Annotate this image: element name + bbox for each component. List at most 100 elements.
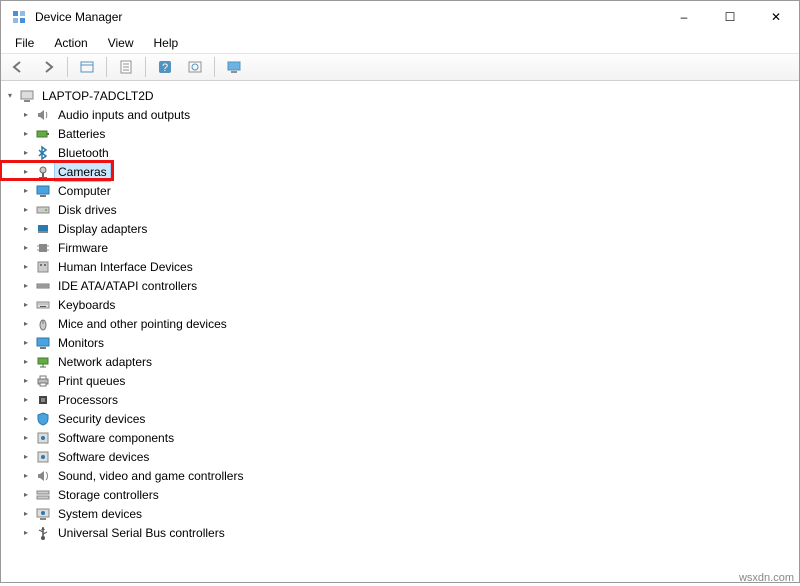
system-icon <box>35 506 51 522</box>
expand-toggle[interactable]: ▸ <box>19 450 33 464</box>
tree-node[interactable]: ▸ Batteries <box>1 124 799 143</box>
speaker-icon <box>35 107 51 123</box>
show-hidden-button[interactable] <box>73 55 101 79</box>
tree-node[interactable]: ▸System devices <box>1 504 799 523</box>
node-label: Batteries <box>55 125 108 143</box>
expand-toggle[interactable]: ▸ <box>19 488 33 502</box>
software-icon <box>35 449 51 465</box>
node-label: Display adapters <box>55 220 150 238</box>
node-label: Mice and other pointing devices <box>55 315 230 333</box>
expand-toggle[interactable]: ▸ <box>19 127 33 141</box>
tree-node[interactable]: ▸ Mice and other pointing devices <box>1 314 799 333</box>
titlebar[interactable]: Device Manager – ☐ ✕ <box>1 1 799 33</box>
tree-node[interactable]: ▸ Storage controllers <box>1 485 799 504</box>
expand-toggle[interactable]: ▸ <box>19 469 33 483</box>
tree-root[interactable]: ▾ LAPTOP-7ADCLT2D <box>1 86 799 105</box>
expand-toggle[interactable]: ▸ <box>19 279 33 293</box>
hid-icon <box>35 259 51 275</box>
tree-node[interactable]: ▸ Security devices <box>1 409 799 428</box>
tree-node[interactable]: ▸Cameras <box>1 162 799 181</box>
device-tree: ▾ LAPTOP-7ADCLT2D ▸ Audio inputs and outp… <box>1 82 799 546</box>
expand-toggle[interactable]: ▸ <box>19 260 33 274</box>
tree-node[interactable]: ▸ Processors <box>1 390 799 409</box>
scan-hardware-button[interactable] <box>181 55 209 79</box>
tree-node[interactable]: ▸ Bluetooth <box>1 143 799 162</box>
printer-icon <box>35 373 51 389</box>
tree-node[interactable]: ▸Print queues <box>1 371 799 390</box>
node-label: Bluetooth <box>55 144 112 162</box>
node-label: Universal Serial Bus controllers <box>55 524 228 542</box>
node-label: Firmware <box>55 239 111 257</box>
expand-toggle[interactable]: ▾ <box>3 89 17 103</box>
tree-node[interactable]: ▸IDE ATA/ATAPI controllers <box>1 276 799 295</box>
expand-toggle[interactable]: ▸ <box>19 108 33 122</box>
app-icon <box>11 9 27 25</box>
tree-node[interactable]: ▸ Audio inputs and outputs <box>1 105 799 124</box>
close-button[interactable]: ✕ <box>753 1 799 33</box>
expand-toggle[interactable]: ▸ <box>19 203 33 217</box>
camera-icon <box>35 164 51 180</box>
content-area[interactable]: ▾ LAPTOP-7ADCLT2D ▸ Audio inputs and outp… <box>1 81 799 582</box>
back-button[interactable] <box>4 55 32 79</box>
menu-view[interactable]: View <box>100 34 142 52</box>
expand-toggle[interactable]: ▸ <box>19 317 33 331</box>
tree-node[interactable]: ▸ Human Interface Devices <box>1 257 799 276</box>
monitor-icon <box>35 183 51 199</box>
devices-button[interactable] <box>220 55 248 79</box>
expand-toggle[interactable]: ▸ <box>19 393 33 407</box>
expand-toggle[interactable]: ▸ <box>19 412 33 426</box>
tree-node[interactable]: ▸Keyboards <box>1 295 799 314</box>
expand-toggle[interactable]: ▸ <box>19 184 33 198</box>
tree-node[interactable]: ▸ Universal Serial Bus controllers <box>1 523 799 542</box>
expand-toggle[interactable]: ▸ <box>19 241 33 255</box>
display-icon <box>35 221 51 237</box>
expand-toggle[interactable]: ▸ <box>19 355 33 369</box>
watermark: wsxdn.com <box>739 572 794 584</box>
menu-action[interactable]: Action <box>46 34 95 52</box>
menu-help[interactable]: Help <box>146 34 187 52</box>
network-icon <box>35 354 51 370</box>
forward-button[interactable] <box>34 55 62 79</box>
toolbar-separator <box>106 57 107 77</box>
help-button[interactable]: ? <box>151 55 179 79</box>
expand-toggle[interactable]: ▸ <box>19 431 33 445</box>
maximize-button[interactable]: ☐ <box>707 1 753 33</box>
usb-icon <box>35 525 51 541</box>
tree-node[interactable]: ▸Computer <box>1 181 799 200</box>
expand-toggle[interactable]: ▸ <box>19 507 33 521</box>
expand-toggle[interactable]: ▸ <box>19 336 33 350</box>
root-label: LAPTOP-7ADCLT2D <box>39 87 157 105</box>
tree-node[interactable]: ▸ Display adapters <box>1 219 799 238</box>
tree-node[interactable]: ▸ Disk drives <box>1 200 799 219</box>
tree-node[interactable]: ▸Network adapters <box>1 352 799 371</box>
expand-toggle[interactable]: ▸ <box>19 374 33 388</box>
menu-file[interactable]: File <box>7 34 42 52</box>
node-label: Software components <box>55 429 177 447</box>
node-label: Processors <box>55 391 121 409</box>
tree-node[interactable]: ▸ Firmware <box>1 238 799 257</box>
chip-icon <box>35 240 51 256</box>
maximize-icon: ☐ <box>725 10 736 24</box>
window-controls: – ☐ ✕ <box>661 1 799 33</box>
tree-node[interactable]: ▸ Software components <box>1 428 799 447</box>
tree-node[interactable]: ▸Sound, video and game controllers <box>1 466 799 485</box>
node-label: Disk drives <box>55 201 120 219</box>
minimize-icon: – <box>681 10 688 24</box>
tree-node[interactable]: ▸Software devices <box>1 447 799 466</box>
expand-toggle[interactable]: ▸ <box>19 526 33 540</box>
node-label: Human Interface Devices <box>55 258 196 276</box>
minimize-button[interactable]: – <box>661 1 707 33</box>
properties-button[interactable] <box>112 55 140 79</box>
expand-toggle[interactable]: ▸ <box>19 165 33 179</box>
expand-toggle[interactable]: ▸ <box>19 146 33 160</box>
keyboard-icon <box>35 297 51 313</box>
expand-toggle[interactable]: ▸ <box>19 222 33 236</box>
node-label: Storage controllers <box>55 486 162 504</box>
toolbar-separator <box>145 57 146 77</box>
tree-node[interactable]: ▸Monitors <box>1 333 799 352</box>
close-icon: ✕ <box>771 10 781 24</box>
node-label: Audio inputs and outputs <box>55 106 193 124</box>
expand-toggle[interactable]: ▸ <box>19 298 33 312</box>
ide-icon <box>35 278 51 294</box>
node-label: Security devices <box>55 410 148 428</box>
